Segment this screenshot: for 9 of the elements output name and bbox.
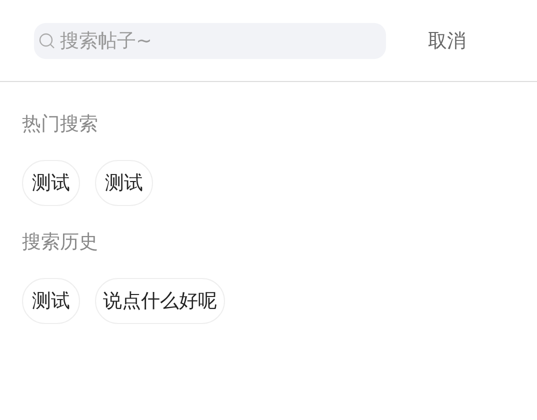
search-tag[interactable]: 说点什么好呢 [95, 278, 225, 324]
section-title: 搜索历史 [22, 230, 99, 255]
search-tag[interactable]: 测试 [95, 160, 153, 206]
cancel-button[interactable]: 取消 [428, 28, 466, 54]
section-title: 热门搜索 [22, 112, 99, 137]
search-field[interactable]: 搜索帖子~ [34, 22, 386, 58]
search-tag[interactable]: 测试 [22, 278, 80, 324]
search-icon [38, 32, 56, 50]
search-tag[interactable]: 测试 [22, 160, 80, 206]
